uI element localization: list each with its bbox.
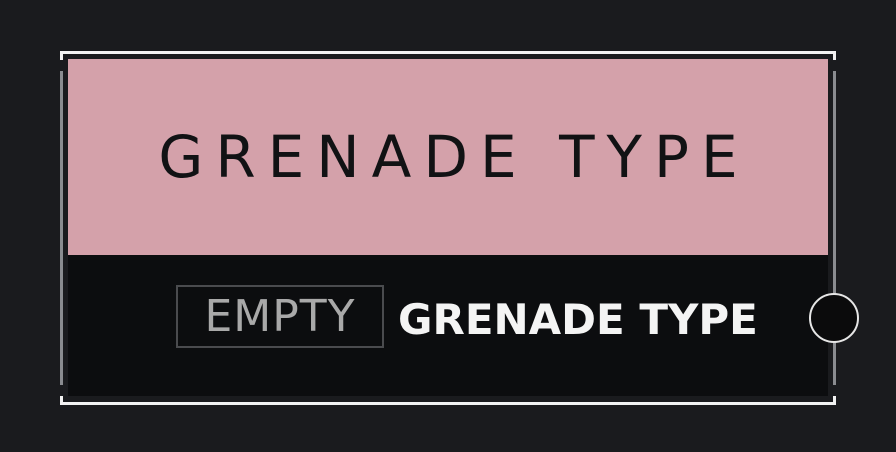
setting-value[interactable]: GRENADE TYPE (398, 290, 758, 350)
frame-left-edge (60, 71, 63, 385)
frame-top-edge (60, 51, 836, 54)
setting-header: GRENADE TYPE (68, 59, 828, 255)
empty-badge: EMPTY (176, 285, 384, 348)
frame-corner-top-right (833, 51, 836, 60)
frame-bottom-edge (60, 402, 836, 405)
frame-corner-bottom-left (60, 396, 63, 405)
frame-corner-bottom-right (833, 396, 836, 405)
frame-corner-top-left (60, 51, 63, 60)
circle-toggle-icon[interactable] (809, 293, 859, 343)
setting-title: GRENADE TYPE (158, 123, 750, 191)
